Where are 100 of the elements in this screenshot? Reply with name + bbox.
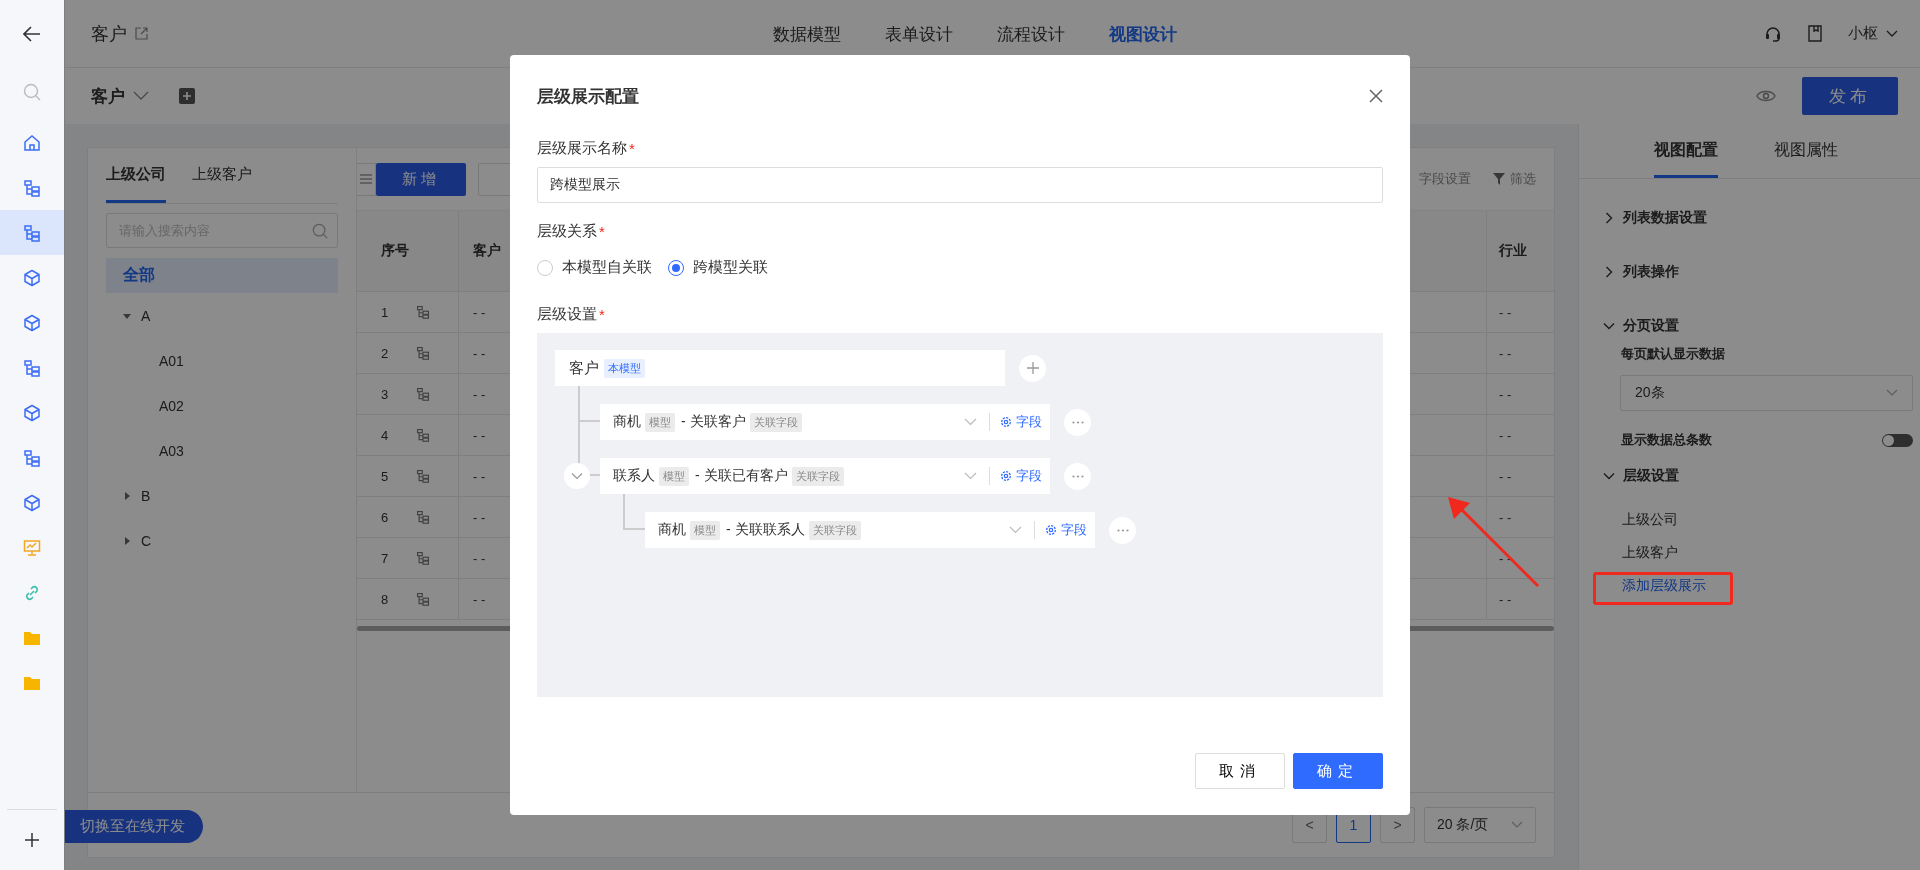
hierarchy-icon [23,178,41,197]
external-link-icon[interactable] [135,27,148,40]
hierarchy-item[interactable]: 上级客户 [1622,543,1678,562]
add-icon[interactable] [24,832,40,848]
radio-option[interactable]: 本模型自关联 [537,258,652,277]
tree-item[interactable]: C [141,532,152,549]
header-tab[interactable]: 流程设计 [997,22,1065,46]
tree-tab[interactable]: 上级公司 [106,165,166,203]
caret-right-icon[interactable] [123,491,131,500]
table-cell: - - [473,427,486,443]
row-number: 3 [381,386,389,402]
section-header[interactable]: 列表操作 [1603,245,1913,299]
radio-option[interactable]: 跨模型关联 [668,258,768,277]
hierarchy-icon[interactable] [416,428,431,442]
search-icon[interactable] [23,83,41,101]
hierarchy-icon[interactable] [416,346,431,360]
chevron-down-icon [1009,526,1022,534]
presentation-icon [23,538,41,557]
field-label: 每页默认显示数据 [1620,345,1726,363]
cancel-button[interactable]: 取消 [1195,753,1285,789]
hierarchy-icon[interactable] [416,510,431,524]
table-cell: - - [473,591,486,607]
publish-button[interactable]: 发布 [1802,77,1898,115]
table-cell: - - [1499,386,1512,402]
gear-icon [1000,470,1012,482]
hierarchy-icon [23,223,41,242]
add-level-button[interactable] [1019,354,1046,382]
panel-tab[interactable]: 视图属性 [1773,140,1838,178]
chevron-down-icon [964,418,977,426]
gear-icon [1045,524,1057,536]
model-tag: 模型 [690,520,720,540]
headset-icon[interactable] [1764,24,1782,43]
relation-select[interactable]: 商机 模型 - 关联客户 关联字段 字段 [600,404,1050,440]
nav-item-selected[interactable] [0,210,64,255]
section-header[interactable]: 层级设置 [1603,449,1913,503]
tree-item[interactable]: A03 [159,442,184,459]
table-cell: - - [473,386,486,402]
panel-tab[interactable]: 视图配置 [1653,140,1718,178]
hierarchy-icon[interactable] [416,592,431,606]
toggle-switch[interactable] [1882,433,1913,447]
model-selector[interactable]: 客户 [91,84,149,108]
header-tab[interactable]: 视图设计 [1109,22,1177,46]
filter-button[interactable]: 筛选 [1493,170,1536,188]
confirm-button[interactable]: 确定 [1293,753,1383,789]
header-tab[interactable]: 数据模型 [773,22,841,46]
switch-dev-button[interactable]: 切换至在线开发 [64,810,203,843]
page-size-select[interactable]: 20条 [1620,375,1913,411]
hierarchy-icon[interactable] [416,387,431,401]
user-menu[interactable]: 小枢 [1848,24,1898,43]
tree-item[interactable]: A02 [159,397,184,414]
hierarchy-icon[interactable] [416,469,431,483]
table-cell: - - [1499,468,1512,484]
row-number: 7 [381,550,389,566]
relation-select[interactable]: 联系人 模型 - 关联已有客户 关联字段 字段 [600,458,1050,494]
caret-right-icon[interactable] [123,536,131,545]
back-arrow-icon[interactable] [23,26,41,42]
field-button[interactable]: 字段 [1000,413,1042,431]
eye-icon[interactable] [1756,89,1776,103]
field-label: 显示数据总条数 [1620,431,1712,449]
relation-field: - 关联已有客户 [695,467,788,485]
model-name: 商机 [658,521,686,539]
row-number: 2 [381,345,389,361]
field-button[interactable]: 字段 [1000,467,1042,485]
tree-item[interactable]: B [141,487,151,504]
hierarchy-icon[interactable] [416,305,431,319]
relation-field: - 关联联系人 [726,521,805,539]
field-button[interactable]: 字段 [1045,521,1087,539]
folder-icon [23,629,41,646]
chevron-down-icon [133,91,149,101]
collapse-button[interactable] [564,463,590,489]
row-number: 1 [381,304,389,320]
relation-field: - 关联客户 [681,413,746,431]
add-button[interactable]: 新增 [376,162,466,196]
add-hierarchy-link[interactable]: 添加层级展示 [1622,576,1706,595]
plus-icon [1026,362,1039,374]
list-view-button[interactable] [357,162,376,196]
document-icon[interactable] [1808,25,1822,42]
section-header[interactable]: 列表数据设置 [1603,191,1913,245]
close-icon[interactable] [1369,89,1383,103]
page-size-select[interactable]: 20 条/页 [1424,807,1536,843]
table-cell: - - [1499,304,1512,320]
field-label: 层级展示名称 [537,138,627,158]
name-input[interactable]: 跨模型展示 [537,167,1383,203]
field-tag: 关联字段 [791,466,844,486]
tree-item[interactable]: A01 [159,352,184,369]
add-square-icon[interactable] [179,88,195,104]
tree-item-all[interactable]: 全部 [106,258,338,293]
relation-select[interactable]: 商机 模型 - 关联联系人 关联字段 字段 [645,512,1095,548]
table-cell: - - [473,509,486,525]
field-settings-link[interactable]: 字段设置 [1419,170,1471,188]
tree-item[interactable]: A [141,307,151,324]
gear-icon [1000,416,1012,428]
tree-tab[interactable]: 上级客户 [192,165,252,203]
required-mark: * [629,139,635,157]
chevron-down-icon [964,472,977,480]
hierarchy-item[interactable]: 上级公司 [1622,510,1678,529]
caret-down-icon[interactable] [123,311,131,320]
header-tab[interactable]: 表单设计 [885,22,953,46]
hierarchy-icon[interactable] [416,551,431,565]
model-name: 联系人 [613,467,655,485]
